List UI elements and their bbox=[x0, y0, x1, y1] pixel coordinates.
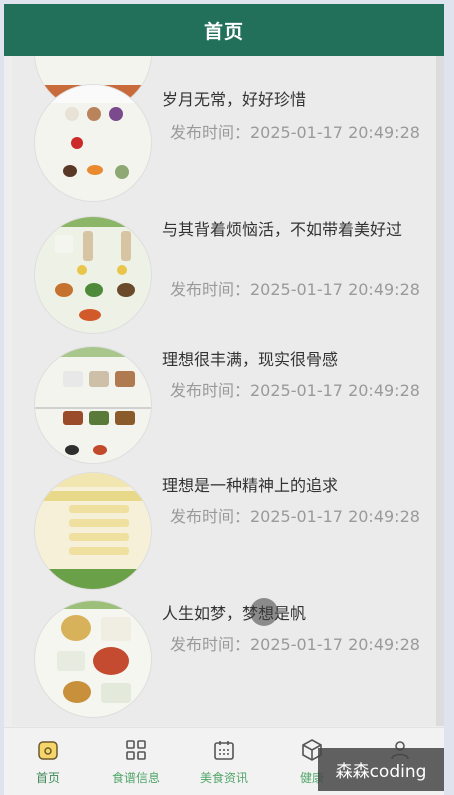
list-item[interactable]: 理想很丰满，现实很骨感 发布时间：2025-01-17 20:49:28 bbox=[12, 346, 436, 466]
article-time: 发布时间：2025-01-17 20:49:28 bbox=[170, 635, 420, 654]
article-thumbnail[interactable] bbox=[34, 84, 152, 202]
article-time: 发布时间：2025-01-17 20:49:28 bbox=[170, 507, 420, 526]
tab-recipes[interactable]: 食谱信息 bbox=[92, 728, 180, 795]
page-title: 首页 bbox=[203, 20, 244, 43]
article-time: 发布时间：2025-01-17 20:49:28 bbox=[170, 280, 420, 299]
scrollbar[interactable] bbox=[436, 56, 444, 726]
article-thumbnail[interactable] bbox=[34, 600, 152, 718]
calendar-icon bbox=[214, 741, 234, 760]
article-title[interactable]: 理想很丰满，现实很骨感 bbox=[162, 346, 412, 373]
grid-icon bbox=[126, 740, 146, 760]
phone-screen: 首页 岁月无常，好好珍惜 发布时间：2025-01-17 20:49:28 与其… bbox=[4, 4, 444, 795]
article-title[interactable]: 岁月无常，好好珍惜 bbox=[162, 86, 412, 113]
tab-label: 首页 bbox=[35, 771, 60, 785]
list-item[interactable]: 理想是一种精神上的追求 发布时间：2025-01-17 20:49:28 bbox=[12, 472, 436, 592]
article-time: 发布时间：2025-01-17 20:49:28 bbox=[170, 381, 420, 400]
article-thumbnail[interactable] bbox=[34, 346, 152, 464]
list-item[interactable]: 与其背着烦恼活，不如带着美好过 发布时间：2025-01-17 20:49:28 bbox=[12, 216, 436, 336]
list-item[interactable]: 人生如梦，梦想是帆 发布时间：2025-01-17 20:49:28 bbox=[12, 600, 436, 720]
home-icon bbox=[38, 741, 58, 760]
article-thumbnail[interactable] bbox=[34, 216, 152, 334]
top-bar: 首页 bbox=[4, 4, 444, 56]
article-title[interactable]: 理想是一种精神上的追求 bbox=[162, 472, 412, 499]
article-list[interactable]: 岁月无常，好好珍惜 发布时间：2025-01-17 20:49:28 与其背着烦… bbox=[12, 56, 436, 726]
article-thumbnail[interactable] bbox=[34, 472, 152, 590]
article-time: 发布时间：2025-01-17 20:49:28 bbox=[170, 123, 420, 142]
list-item[interactable]: 岁月无常，好好珍惜 发布时间：2025-01-17 20:49:28 bbox=[12, 82, 436, 202]
tab-news[interactable]: 美食资讯 bbox=[180, 728, 268, 795]
article-title[interactable]: 与其背着烦恼活，不如带着美好过 bbox=[162, 216, 412, 243]
tab-label: 食谱信息 bbox=[111, 771, 160, 785]
tab-home[interactable]: 首页 bbox=[4, 728, 92, 795]
tab-label: 美食资讯 bbox=[199, 771, 248, 785]
article-title[interactable]: 人生如梦，梦想是帆 bbox=[162, 600, 412, 627]
watermark: 森森coding bbox=[318, 748, 444, 791]
touch-indicator bbox=[250, 598, 278, 626]
